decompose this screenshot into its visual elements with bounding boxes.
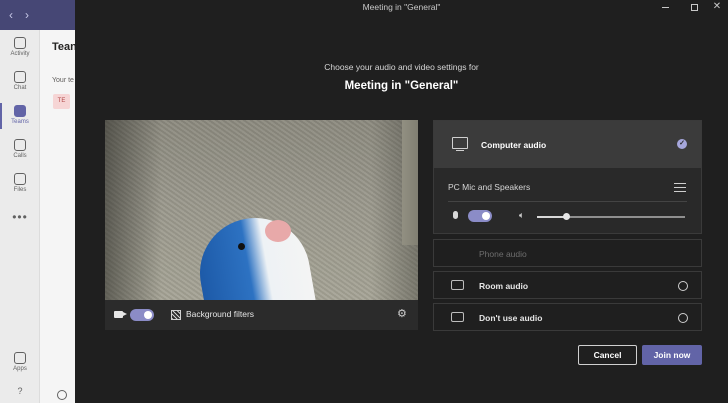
minimize-button[interactable] — [650, 0, 680, 14]
chat-icon — [14, 71, 26, 83]
rail-item-teams[interactable]: Teams — [0, 103, 40, 129]
panel-title: Tean — [52, 41, 77, 53]
room-audio-option[interactable]: Room audio — [433, 271, 702, 299]
microphone-icon — [453, 211, 458, 219]
camera-toggle[interactable] — [130, 309, 154, 321]
title-bar: Meeting in "General" ✕ — [75, 0, 728, 14]
rail-item-chat[interactable]: Chat — [0, 71, 40, 91]
prejoin-subtitle: Choose your audio and video settings for — [324, 62, 479, 72]
no-audio-option[interactable]: Don't use audio — [433, 303, 702, 331]
meeting-heading: Meeting in "General" — [344, 80, 459, 92]
close-icon: ✕ — [712, 1, 722, 12]
checkmark-icon: ✓ — [677, 139, 687, 149]
background-filters-icon[interactable] — [171, 310, 181, 320]
meeting-window: Meeting in "General" ✕ Choose your audio… — [75, 0, 728, 403]
computer-audio-label: Computer audio — [481, 140, 547, 150]
more-apps-icon[interactable]: ••• — [0, 210, 40, 224]
no-audio-label: Don't use audio — [479, 313, 543, 323]
rail-item-calls[interactable]: Calls — [0, 139, 40, 159]
teams-topbar: ‹ › — [0, 0, 80, 30]
computer-audio-option[interactable]: Computer audio ✓ PC Mic and Speakers 🔈︎ — [433, 120, 702, 234]
teams-panel: Tean Your te TE — [40, 30, 80, 403]
join-now-button[interactable]: Join now — [642, 345, 702, 365]
phone-audio-option: Phone audio — [433, 239, 702, 267]
phone-audio-label: Phone audio — [479, 249, 527, 259]
team-avatar[interactable]: TE — [53, 94, 70, 109]
divider — [448, 201, 687, 202]
computer-icon — [452, 137, 468, 152]
room-audio-radio[interactable] — [678, 281, 688, 291]
no-audio-radio[interactable] — [678, 313, 688, 323]
apps-icon — [14, 352, 26, 364]
cancel-button[interactable]: Cancel — [578, 345, 637, 365]
room-audio-label: Room audio — [479, 281, 529, 291]
teams-icon — [14, 105, 26, 117]
back-arrow-icon[interactable]: ‹ — [9, 8, 13, 22]
screen: ‹ › Activity Chat Teams Calls Files ••• … — [0, 0, 728, 403]
bell-icon — [14, 37, 26, 49]
rail-item-activity[interactable]: Activity — [0, 37, 40, 57]
video-preview — [105, 120, 418, 300]
help-icon[interactable]: ? — [0, 386, 40, 396]
background-filters-button[interactable]: Background filters — [186, 309, 254, 319]
forward-arrow-icon[interactable]: › — [25, 8, 29, 22]
device-settings-icon[interactable] — [674, 182, 686, 192]
phone-icon — [14, 139, 26, 151]
camera-icon — [114, 311, 127, 318]
rail-item-files[interactable]: Files — [0, 173, 40, 193]
app-rail: Activity Chat Teams Calls Files ••• Apps… — [0, 30, 40, 403]
volume-slider-handle[interactable] — [563, 213, 571, 220]
minimize-icon — [661, 6, 669, 8]
gear-icon[interactable]: ⚙ — [397, 309, 407, 320]
audio-device-name: PC Mic and Speakers — [448, 182, 531, 192]
room-audio-icon — [451, 280, 464, 290]
no-audio-icon — [451, 312, 464, 322]
panel-text: Your te — [52, 77, 74, 84]
video-controls: Background filters ⚙ — [105, 300, 418, 330]
maximize-icon — [690, 3, 698, 11]
computer-audio-header[interactable]: Computer audio ✓ — [434, 121, 701, 168]
rail-item-apps[interactable]: Apps — [0, 352, 40, 372]
microphone-toggle[interactable] — [468, 210, 492, 222]
close-button[interactable]: ✕ — [702, 0, 728, 14]
file-icon — [14, 173, 26, 185]
window-title: Meeting in "General" — [362, 2, 441, 12]
speaker-icon: 🔈︎ — [519, 210, 525, 220]
join-team-icon[interactable] — [57, 390, 67, 400]
